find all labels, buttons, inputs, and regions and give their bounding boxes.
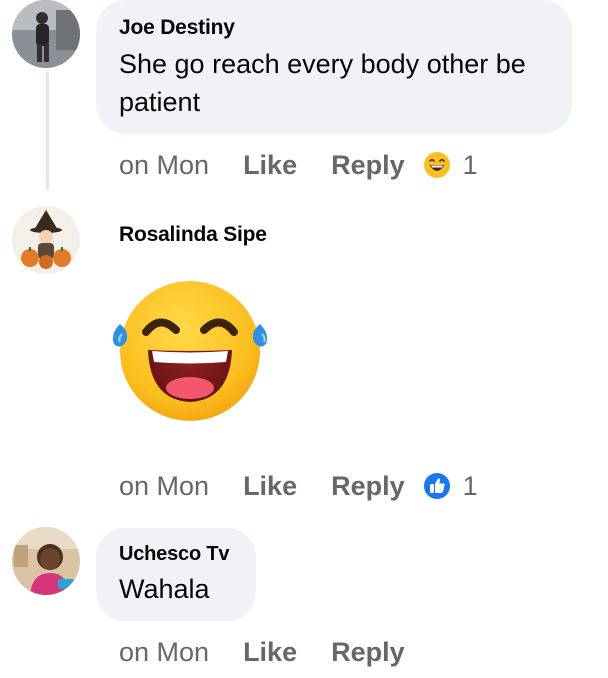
avatar-photo <box>12 206 80 274</box>
comment-time[interactable]: on Mon <box>119 637 209 668</box>
comment-text: Wahala <box>119 574 210 604</box>
sticker-tears-of-joy <box>104 276 276 426</box>
like-thumb-icon <box>423 473 450 499</box>
laughing-emoji-icon <box>423 152 450 178</box>
avatar-rosalinda-sipe[interactable] <box>12 206 80 274</box>
comment-actions: on Mon Like Reply 1 <box>119 146 478 184</box>
reaction-summary[interactable]: 1 <box>423 150 478 181</box>
comment-time[interactable]: on Mon <box>119 471 209 502</box>
reaction-summary[interactable]: 1 <box>423 471 478 502</box>
reaction-count: 1 <box>462 470 478 501</box>
avatar-photo <box>12 527 80 595</box>
comment-actions: on Mon Like Reply 1 <box>119 467 478 505</box>
like-button[interactable]: Like <box>243 471 297 502</box>
comment-author[interactable]: Uchesco Tv <box>119 543 229 566</box>
like-button[interactable]: Like <box>243 150 297 181</box>
avatar-uchesco-tv[interactable] <box>12 527 80 595</box>
comment-time[interactable]: on Mon <box>119 150 209 181</box>
reply-button[interactable]: Reply <box>331 471 405 502</box>
like-button[interactable]: Like <box>243 637 297 668</box>
comment-actions: on Mon Like Reply <box>119 633 405 671</box>
reaction-count: 1 <box>462 149 478 180</box>
thread-line <box>46 72 49 190</box>
comment-text: She go reach every body other be patient <box>119 49 526 117</box>
reply-button[interactable]: Reply <box>331 637 405 668</box>
reply-button[interactable]: Reply <box>331 150 405 181</box>
comment-author[interactable]: Joe Destiny <box>119 16 235 40</box>
avatar-joe-destiny[interactable] <box>12 0 80 68</box>
avatar-photo <box>12 0 80 68</box>
comment-author[interactable]: Rosalinda Sipe <box>119 223 267 247</box>
